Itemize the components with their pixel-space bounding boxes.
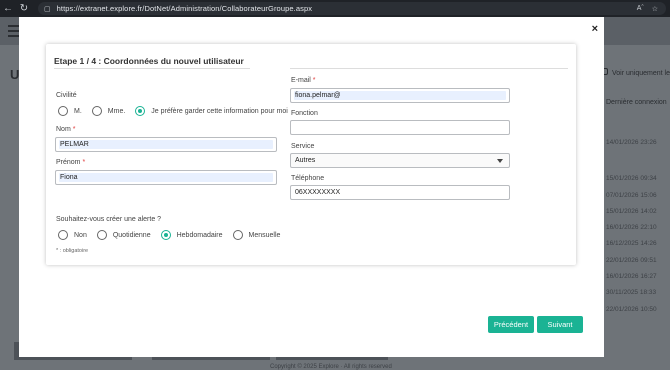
bg-date-cell: 16/01/2026 22:10 (606, 224, 657, 232)
divider (290, 68, 568, 69)
bg-column-header: Dernière connexion (606, 99, 667, 106)
address-bar[interactable]: ▢ https://extranet.explore.fr/DotNet/Adm… (38, 2, 666, 15)
fonction-label: Fonction (291, 110, 318, 117)
civilite-m-radio[interactable] (58, 106, 68, 116)
bg-date-cell: 16/01/2026 16:27 (606, 273, 657, 281)
fonction-input[interactable] (290, 120, 510, 135)
bg-date-cell: 22/01/2026 10:50 (606, 305, 657, 313)
civilite-m-label: M. (74, 107, 82, 115)
browser-toolbar: ← ↻ ▢ https://extranet.explore.fr/DotNet… (0, 0, 670, 17)
nom-value: PELMAR (60, 141, 89, 148)
alerte-mensuelle-label: Mensuelle (248, 231, 281, 239)
bg-date-cell: 07/01/2026 15:06 (606, 191, 657, 199)
civilite-private-radio[interactable] (135, 106, 146, 116)
telephone-value: 06XXXXXXXX (295, 189, 341, 196)
bg-date-cell: 15/01/2026 09:34 (606, 175, 657, 183)
alerte-radio-group: Non Quotidienne Hebdomadaire Mensuelle (58, 230, 290, 240)
alerte-non-radio[interactable] (58, 230, 68, 240)
url-text: https://extranet.explore.fr/DotNet/Admin… (56, 4, 313, 13)
close-icon[interactable]: × (592, 23, 598, 35)
refresh-icon[interactable]: ↻ (16, 0, 32, 17)
alerte-quotidienne-label: Quotidienne (112, 231, 151, 239)
lock-icon: ▢ (44, 5, 51, 13)
alerte-mensuelle-radio[interactable] (232, 230, 243, 240)
prenom-input[interactable]: Fiona (55, 170, 277, 185)
service-select[interactable]: Autres (290, 153, 510, 168)
divider (54, 68, 250, 69)
alerte-question: Souhaitez-vous créer une alerte ? (56, 216, 162, 223)
telephone-label: Téléphone (291, 175, 325, 182)
bg-date-cell: 15/01/2026 14:02 (606, 207, 657, 215)
alerte-quotidienne-radio[interactable] (96, 230, 107, 240)
alerte-hebdomadaire-label: Hebdomadaire (176, 231, 223, 239)
civilite-mme-label: Mme. (107, 107, 126, 115)
form-card: Etape 1 / 4 : Coordonnées du nouvel util… (46, 44, 576, 265)
reader-mode-icon[interactable]: Aˆ (637, 5, 644, 12)
new-user-modal: × Etape 1 / 4 : Coordonnées du nouvel ut… (19, 17, 604, 357)
step-title: Etape 1 / 4 : Coordonnées du nouvel util… (54, 56, 244, 66)
favorite-star-icon[interactable]: ☆ (652, 5, 658, 13)
nom-label: Nom * (56, 126, 76, 133)
bg-date-cell: 30/11/2025 18:33 (606, 289, 657, 297)
telephone-input[interactable]: 06XXXXXXXX (290, 185, 510, 200)
email-input[interactable]: fiona.pelmar@ (290, 88, 510, 103)
civilite-radio-group: M. Mme. Je préfère garder cette informat… (58, 106, 298, 116)
prenom-value: Fiona (60, 174, 78, 181)
bg-date-cell: 16/12/2025 14:26 (606, 240, 657, 248)
bg-date-cell: 14/01/2026 23:26 (606, 139, 657, 146)
email-label: E-mail * (291, 77, 316, 84)
alerte-non-label: Non (74, 231, 87, 239)
bg-footer: Copyright © 2025 Explore · All rights re… (270, 364, 392, 370)
back-icon[interactable]: ← (0, 0, 16, 17)
alerte-hebdomadaire-radio[interactable] (160, 230, 171, 240)
bg-date-list: 14/01/2026 23:26 15/01/2026 09:34 07/01/… (606, 139, 657, 322)
civilite-mme-radio[interactable] (91, 106, 102, 116)
civilite-private-label: Je préfère garder cette information pour… (151, 107, 288, 115)
civilite-label: Civilité (56, 92, 77, 99)
nom-input[interactable]: PELMAR (55, 137, 277, 152)
previous-button[interactable]: Précédent (488, 316, 534, 333)
bg-date-cell: 22/01/2026 09:51 (606, 256, 657, 264)
next-button[interactable]: Suivant (537, 316, 583, 333)
service-label: Service (291, 143, 315, 150)
bg-page-title: U (10, 67, 20, 82)
chevron-down-icon (497, 159, 503, 163)
bg-filter-label: Voir uniquement le (612, 70, 670, 77)
email-value: fiona.pelmar@ (295, 92, 341, 99)
required-note: * : obligatoire (56, 248, 89, 254)
prenom-label: Prénom * (56, 159, 86, 166)
service-value: Autres (295, 157, 316, 164)
